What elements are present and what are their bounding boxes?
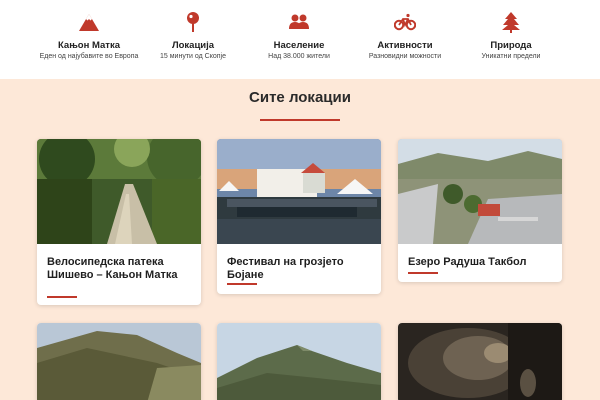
map-pin-icon xyxy=(182,11,204,33)
location-title[interactable]: Фестивал на грозјето Бојане xyxy=(227,256,373,282)
location-card[interactable] xyxy=(398,323,562,400)
feature-bar: Кањон Матка Еден од најубавите во Европа… xyxy=(0,0,600,79)
section-title: Сите локации xyxy=(249,89,351,106)
feature-activities: Активности Разновидни можности xyxy=(345,0,465,79)
location-card-grape-festival[interactable]: Фестивал на грозјето Бојане xyxy=(217,139,381,294)
feature-title: Активности xyxy=(377,40,433,51)
feature-nature: Природа Уникатни предели xyxy=(451,0,571,79)
location-title[interactable]: Езеро Радуша Такбол xyxy=(408,256,554,269)
location-card[interactable] xyxy=(217,323,381,400)
location-photo xyxy=(37,323,201,400)
feature-subtitle: Над 38.000 жители xyxy=(268,53,330,60)
location-photo xyxy=(217,323,381,400)
feature-title: Кањон Матка xyxy=(58,40,120,51)
location-card-lake[interactable]: Езеро Радуша Такбол xyxy=(398,139,562,282)
title-underline xyxy=(227,283,257,285)
feature-title: Локација xyxy=(171,40,215,51)
section-underline xyxy=(260,119,340,121)
feature-subtitle: 15 минути од Скопје xyxy=(160,53,226,60)
location-card[interactable] xyxy=(37,323,201,400)
tree-icon xyxy=(500,11,522,33)
location-photo xyxy=(217,139,381,244)
location-title[interactable]: Велосипедска патека Шишево – Кањон Матка xyxy=(47,256,193,282)
feature-title: Природа xyxy=(490,40,532,51)
feature-title: Население xyxy=(273,40,325,51)
title-underline xyxy=(47,296,77,298)
feature-location: Локација 15 минути од Скопје xyxy=(133,0,253,79)
feature-subtitle: Разновидни можности xyxy=(368,53,442,60)
feature-canyon: Кањон Матка Еден од најубавите во Европа xyxy=(29,0,149,79)
location-photo xyxy=(37,139,201,244)
bicycle-icon xyxy=(394,11,416,33)
feature-subtitle: Еден од најубавите во Европа xyxy=(39,53,139,60)
title-underline xyxy=(408,272,438,274)
location-photo xyxy=(398,323,562,400)
location-card-bike-path[interactable]: Велосипедска патека Шишево – Кањон Матка xyxy=(37,139,201,305)
mountain-icon xyxy=(78,11,100,33)
location-photo xyxy=(398,139,562,244)
feature-population: Население Над 38.000 жители xyxy=(239,0,359,79)
people-icon xyxy=(288,11,310,33)
feature-subtitle: Уникатни предели xyxy=(481,53,541,60)
